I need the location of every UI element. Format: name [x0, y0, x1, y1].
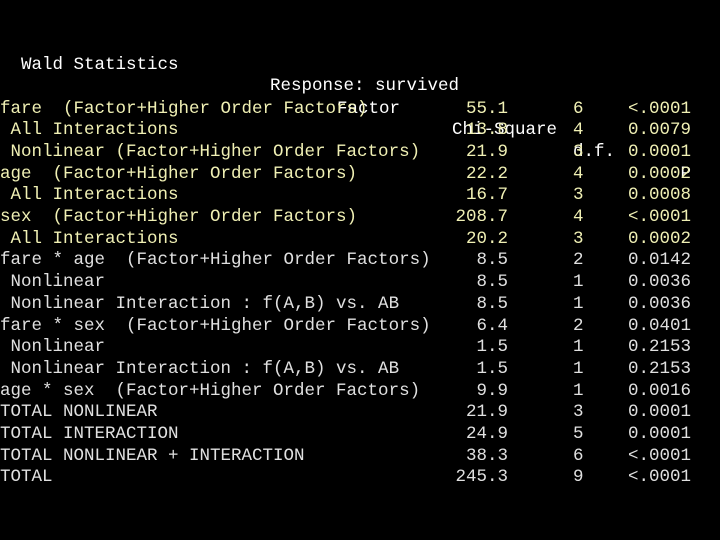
chisq-cell: 8.5 [476, 293, 508, 314]
factor-cell: age (Factor+Higher Order Factors) [0, 163, 358, 184]
p-value-cell: 0.0001 [627, 402, 691, 423]
table-row: Nonlinear 1.5 1 0.2153 [0, 337, 720, 359]
table-row: TOTAL INTERACTION 24.9 5 0.0001 [0, 424, 720, 446]
df-cell: 1 [573, 380, 584, 401]
df-cell: 2 [573, 250, 584, 271]
chisq-cell: 245.3 [455, 467, 508, 488]
table-row: All Interactions 13.8 4 0.0079 [0, 120, 720, 142]
df-cell: 1 [573, 293, 584, 314]
df-cell: 1 [573, 337, 584, 358]
df-cell: 5 [573, 424, 584, 444]
df-cell: 4 [573, 120, 584, 141]
factor-cell: fare * sex (Factor+Higher Order Factors) [0, 315, 431, 336]
chisq-cell: 9.9 [476, 380, 508, 401]
p-value-cell: 0.0002 [627, 163, 691, 184]
table-row: All Interactions 16.7 3 0.0008 [0, 185, 720, 207]
chisq-cell: 13.8 [465, 120, 508, 141]
chisq-cell: 22.2 [465, 163, 508, 184]
chisq-cell: 21.9 [465, 141, 508, 162]
factor-cell: Nonlinear Interaction : f(A,B) vs. AB [0, 358, 400, 379]
chisq-cell: 38.3 [465, 445, 508, 466]
df-cell: 3 [573, 402, 584, 423]
p-value-cell: 0.2153 [627, 337, 691, 358]
factor-cell: fare (Factor+Higher Order Factors) [0, 98, 368, 119]
table-row: age (Factor+Higher Order Factors) 22.2 4 0.… [0, 164, 720, 186]
chisq-cell: 16.7 [465, 185, 508, 206]
table-row: Nonlinear Interaction : f(A,B) vs. AB 1.5… [0, 359, 720, 381]
p-value-cell: <.0001 [627, 445, 691, 466]
p-value-cell: 0.0142 [627, 250, 691, 271]
factor-cell: age * sex (Factor+Higher Order Factors) [0, 380, 421, 401]
p-value-cell: 0.0001 [627, 141, 691, 162]
factor-cell: All Interactions [0, 228, 179, 249]
factor-cell: fare * age (Factor+Higher Order Factors) [0, 250, 431, 271]
chisq-cell: 55.1 [465, 98, 508, 119]
table-row: All Interactions 20.2 3 0.0002 [0, 229, 720, 251]
df-cell: 9 [573, 467, 584, 488]
p-value-cell: 0.0002 [627, 228, 691, 249]
chisq-cell: 21.9 [465, 402, 508, 423]
report-title: Wald Statistics [21, 54, 179, 75]
df-cell: 6 [573, 445, 584, 466]
factor-cell: All Interactions [0, 120, 179, 141]
table-row: fare * age (Factor+Higher Order Factors)… [0, 250, 720, 272]
p-value-cell: 0.0036 [627, 272, 691, 293]
table-row: fare * sex (Factor+Higher Order Factors)… [0, 316, 720, 338]
chisq-cell: 208.7 [455, 207, 508, 227]
table-row: TOTAL NONLINEAR 21.9 3 0.0001 [0, 402, 720, 424]
factor-cell: TOTAL NONLINEAR + INTERACTION [0, 445, 305, 466]
table-row: TOTAL 245.3 9 <.0001 [0, 467, 720, 489]
title-bar: Wald Statistics Response: survived [0, 33, 459, 97]
factor-cell: Nonlinear [0, 272, 106, 293]
p-value-cell: <.0001 [627, 207, 691, 227]
factor-cell: TOTAL NONLINEAR [0, 402, 158, 423]
factor-cell: All Interactions [0, 185, 179, 206]
p-value-cell: 0.0001 [627, 424, 691, 444]
p-value-cell: <.0001 [627, 467, 691, 488]
chisq-cell: 8.5 [476, 250, 508, 271]
factor-cell: TOTAL [0, 467, 53, 488]
table-row: age * sex (Factor+Higher Order Factors) 9… [0, 381, 720, 403]
table-row: TOTAL NONLINEAR + INTERACTION 38.3 6 <.0001 [0, 446, 720, 468]
chisq-cell: 1.5 [476, 337, 508, 358]
p-value-cell: <.0001 [627, 98, 691, 119]
table-row: Nonlinear Interaction : f(A,B) vs. AB 8.5… [0, 294, 720, 316]
df-cell: 1 [573, 272, 584, 293]
factor-cell: Nonlinear Interaction : f(A,B) vs. AB [0, 293, 400, 314]
table-row: Nonlinear 8.5 1 0.0036 [0, 272, 720, 294]
table-header: Factor Chi-Square d.f. P [0, 77, 720, 184]
p-value-cell: 0.0079 [627, 120, 691, 141]
table-row: Nonlinear (Factor+Higher Order Factors) 2… [0, 142, 720, 164]
chisq-cell: 8.5 [476, 272, 508, 293]
p-value-cell: 0.0401 [627, 315, 691, 336]
df-cell: 3 [573, 185, 584, 206]
df-cell: 1 [573, 358, 584, 379]
df-cell: 4 [573, 207, 584, 227]
df-cell: 3 [573, 228, 584, 249]
p-value-cell: 0.0036 [627, 293, 691, 314]
chisq-cell: 24.9 [465, 424, 508, 444]
df-cell: 6 [573, 98, 584, 119]
factor-cell: Nonlinear (Factor+Higher Order Factors) [0, 141, 421, 162]
df-cell: 3 [573, 141, 584, 162]
factor-cell: TOTAL INTERACTION [0, 424, 179, 444]
p-value-cell: 0.0016 [627, 380, 691, 401]
chisq-cell: 1.5 [476, 358, 508, 379]
p-value-cell: 0.0008 [627, 185, 691, 206]
df-cell: 4 [573, 163, 584, 184]
chisq-cell: 20.2 [465, 228, 508, 249]
chisq-cell: 6.4 [476, 315, 508, 336]
table-row: fare (Factor+Higher Order Factors) 55.1 6 <… [0, 99, 720, 121]
p-value-cell: 0.2153 [627, 358, 691, 379]
factor-cell: sex (Factor+Higher Order Factors) [0, 207, 358, 227]
df-cell: 2 [573, 315, 584, 336]
factor-cell: Nonlinear [0, 337, 106, 358]
table-row: sex (Factor+Higher Order Factors) 208.7 4 <… [0, 207, 720, 229]
